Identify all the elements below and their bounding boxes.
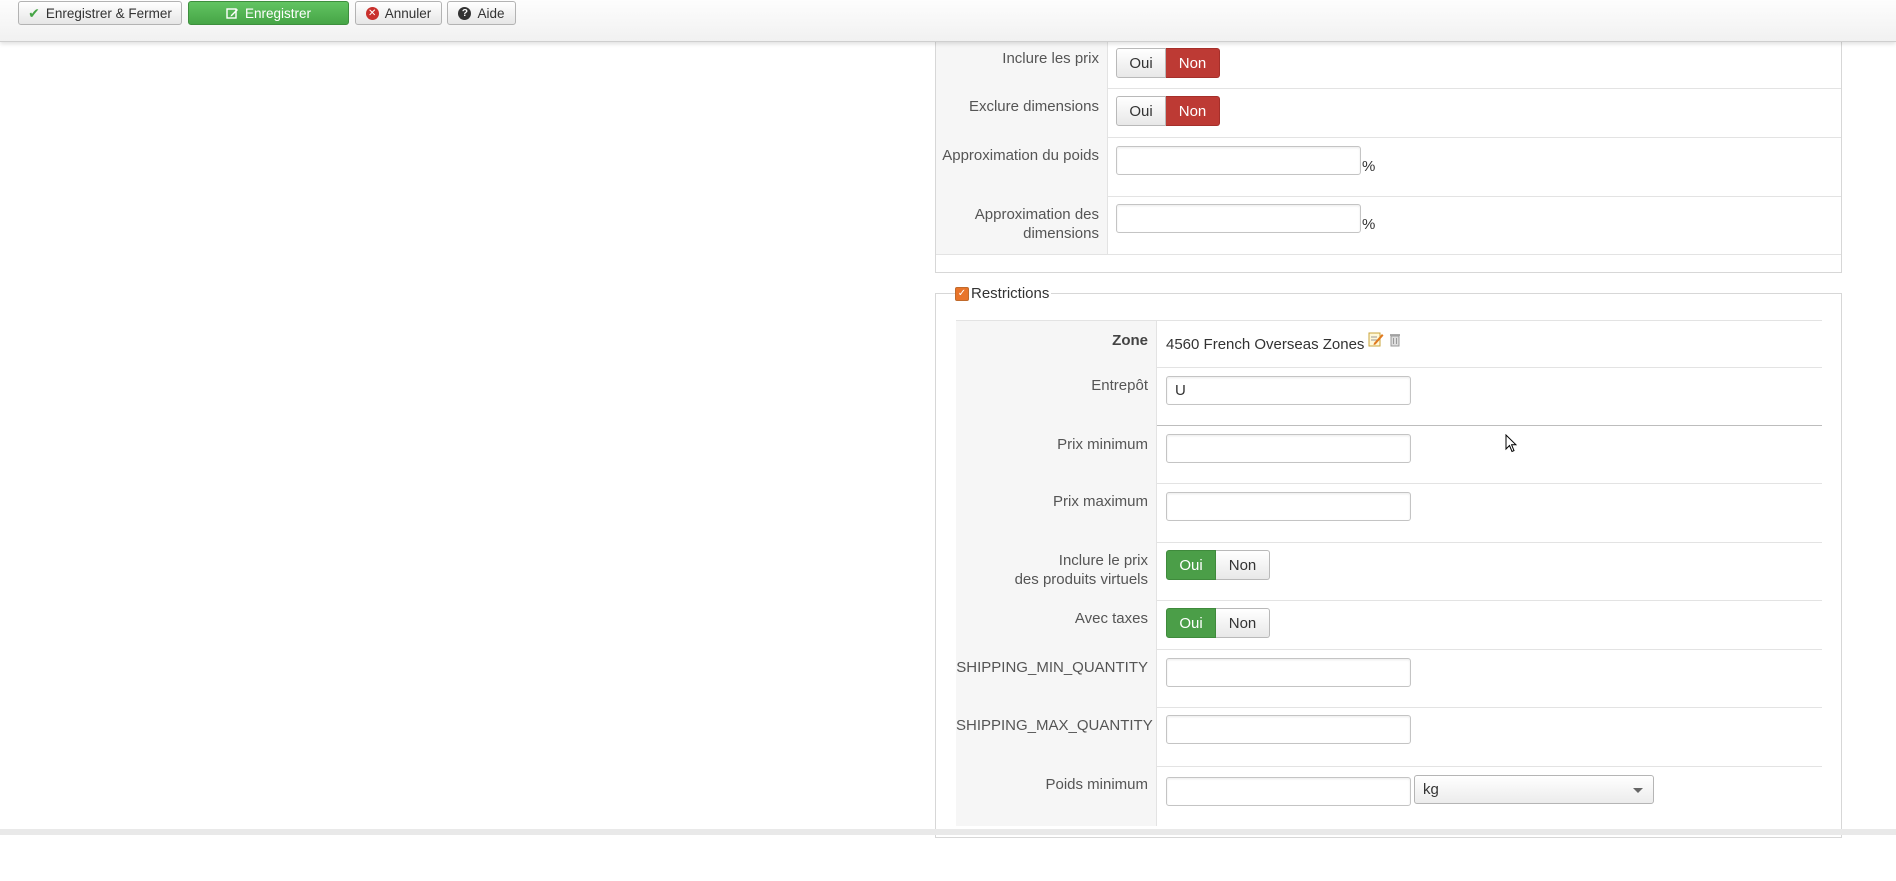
include-prices-no[interactable]: Non	[1166, 48, 1220, 78]
virtual-products-toggle: Oui Non	[1166, 550, 1270, 580]
delete-zone-icon[interactable]	[1388, 331, 1402, 352]
checkmark-icon: ✔	[28, 4, 40, 21]
cancel-label: Annuler	[384, 5, 432, 21]
restrictions-legend: ✓ Restrictions	[955, 285, 1052, 302]
dimensions-approx-unit: %	[1362, 216, 1376, 233]
zone-value: 4560 French Overseas Zones	[1166, 336, 1365, 353]
help-button[interactable]: ? Aide	[447, 1, 516, 25]
weight-approx-label: Approximation du poids	[936, 137, 1108, 196]
exclude-dimensions-label: Exclure dimensions	[936, 88, 1108, 137]
dropdown-caret-icon	[1633, 788, 1643, 793]
save-button[interactable]: Enregistrer	[188, 1, 349, 25]
warehouse-input[interactable]: U	[1166, 376, 1411, 405]
max-price-row: Prix maximum	[956, 483, 1822, 543]
min-weight-row: Poids minimum kg	[956, 766, 1822, 826]
save-close-button[interactable]: ✔ Enregistrer & Fermer	[18, 1, 182, 25]
min-quantity-label: SHIPPING_MIN_QUANTITY	[956, 649, 1157, 707]
weight-unit-select[interactable]: kg	[1414, 775, 1654, 804]
restrictions-legend-label: Restrictions	[971, 285, 1050, 302]
include-prices-toggle: Oui Non	[1116, 48, 1220, 78]
weight-approx-unit: %	[1362, 158, 1376, 175]
dimensions-approx-row: Approximation des dimensions %	[936, 196, 1841, 255]
max-price-label: Prix maximum	[956, 483, 1157, 542]
exclude-dimensions-no[interactable]: Non	[1166, 96, 1220, 126]
min-weight-label: Poids minimum	[956, 766, 1157, 826]
with-taxes-toggle: Oui Non	[1166, 608, 1270, 638]
weight-approx-input[interactable]	[1116, 146, 1361, 175]
max-quantity-row: SHIPPING_MAX_QUANTITY	[956, 707, 1822, 767]
with-taxes-row: Avec taxes Oui Non	[956, 600, 1822, 650]
edit-icon	[226, 7, 239, 20]
warehouse-label: Entrepôt	[956, 367, 1157, 425]
with-taxes-yes[interactable]: Oui	[1166, 608, 1216, 638]
cancel-button[interactable]: ✕ Annuler	[355, 1, 442, 25]
zone-row: Zone 4560 French Overseas Zones	[956, 321, 1822, 368]
warehouse-row: Entrepôt U	[956, 367, 1822, 426]
virtual-products-label: Inclure le prix des produits virtuels	[956, 542, 1157, 600]
min-price-row: Prix minimum	[956, 425, 1822, 484]
edit-zone-icon[interactable]	[1368, 331, 1384, 352]
restrictions-fieldset: Zone 4560 French Overseas Zones Entrepôt…	[935, 293, 1842, 838]
options-panel: Inclure les prix Oui Non Exclure dimensi…	[935, 30, 1842, 273]
restrictions-table: Zone 4560 French Overseas Zones Entrepôt…	[956, 320, 1822, 881]
dimensions-approx-label: Approximation des dimensions	[936, 196, 1108, 254]
restrictions-checkbox[interactable]: ✓	[955, 286, 969, 301]
help-label: Aide	[477, 5, 505, 21]
exclude-dimensions-row: Exclure dimensions Oui Non	[936, 88, 1841, 138]
max-price-input[interactable]	[1166, 492, 1411, 521]
close-circle-icon: ✕	[365, 6, 379, 20]
save-label: Enregistrer	[244, 5, 312, 21]
virtual-products-no[interactable]: Non	[1216, 550, 1270, 580]
virtual-products-row: Inclure le prix des produits virtuels Ou…	[956, 542, 1822, 601]
min-weight-input[interactable]	[1166, 777, 1411, 806]
min-price-input[interactable]	[1166, 434, 1411, 463]
mouse-cursor-icon	[1505, 433, 1518, 457]
zone-label: Zone	[956, 321, 1157, 367]
exclude-dimensions-toggle: Oui Non	[1116, 96, 1220, 126]
save-close-label: Enregistrer & Fermer	[45, 5, 172, 21]
exclude-dimensions-yes[interactable]: Oui	[1116, 96, 1166, 126]
min-quantity-row: SHIPPING_MIN_QUANTITY	[956, 649, 1822, 708]
help-icon: ?	[458, 6, 472, 20]
min-quantity-input[interactable]	[1166, 658, 1411, 687]
with-taxes-no[interactable]: Non	[1216, 608, 1270, 638]
max-quantity-input[interactable]	[1166, 715, 1411, 744]
dimensions-approx-input[interactable]	[1116, 204, 1361, 233]
include-prices-yes[interactable]: Oui	[1116, 48, 1166, 78]
min-price-label: Prix minimum	[956, 425, 1157, 483]
zone-value-group: 4560 French Overseas Zones	[1166, 330, 1402, 353]
weight-unit-value: kg	[1423, 781, 1439, 798]
bottom-bar	[0, 829, 1896, 835]
max-quantity-label: SHIPPING_MAX_QUANTITY	[956, 707, 1157, 766]
toolbar: ✔ Enregistrer & Fermer Enregistrer ✕ Ann…	[0, 0, 1896, 42]
with-taxes-label: Avec taxes	[956, 600, 1157, 649]
virtual-products-yes[interactable]: Oui	[1166, 550, 1216, 580]
weight-approx-row: Approximation du poids %	[936, 137, 1841, 197]
